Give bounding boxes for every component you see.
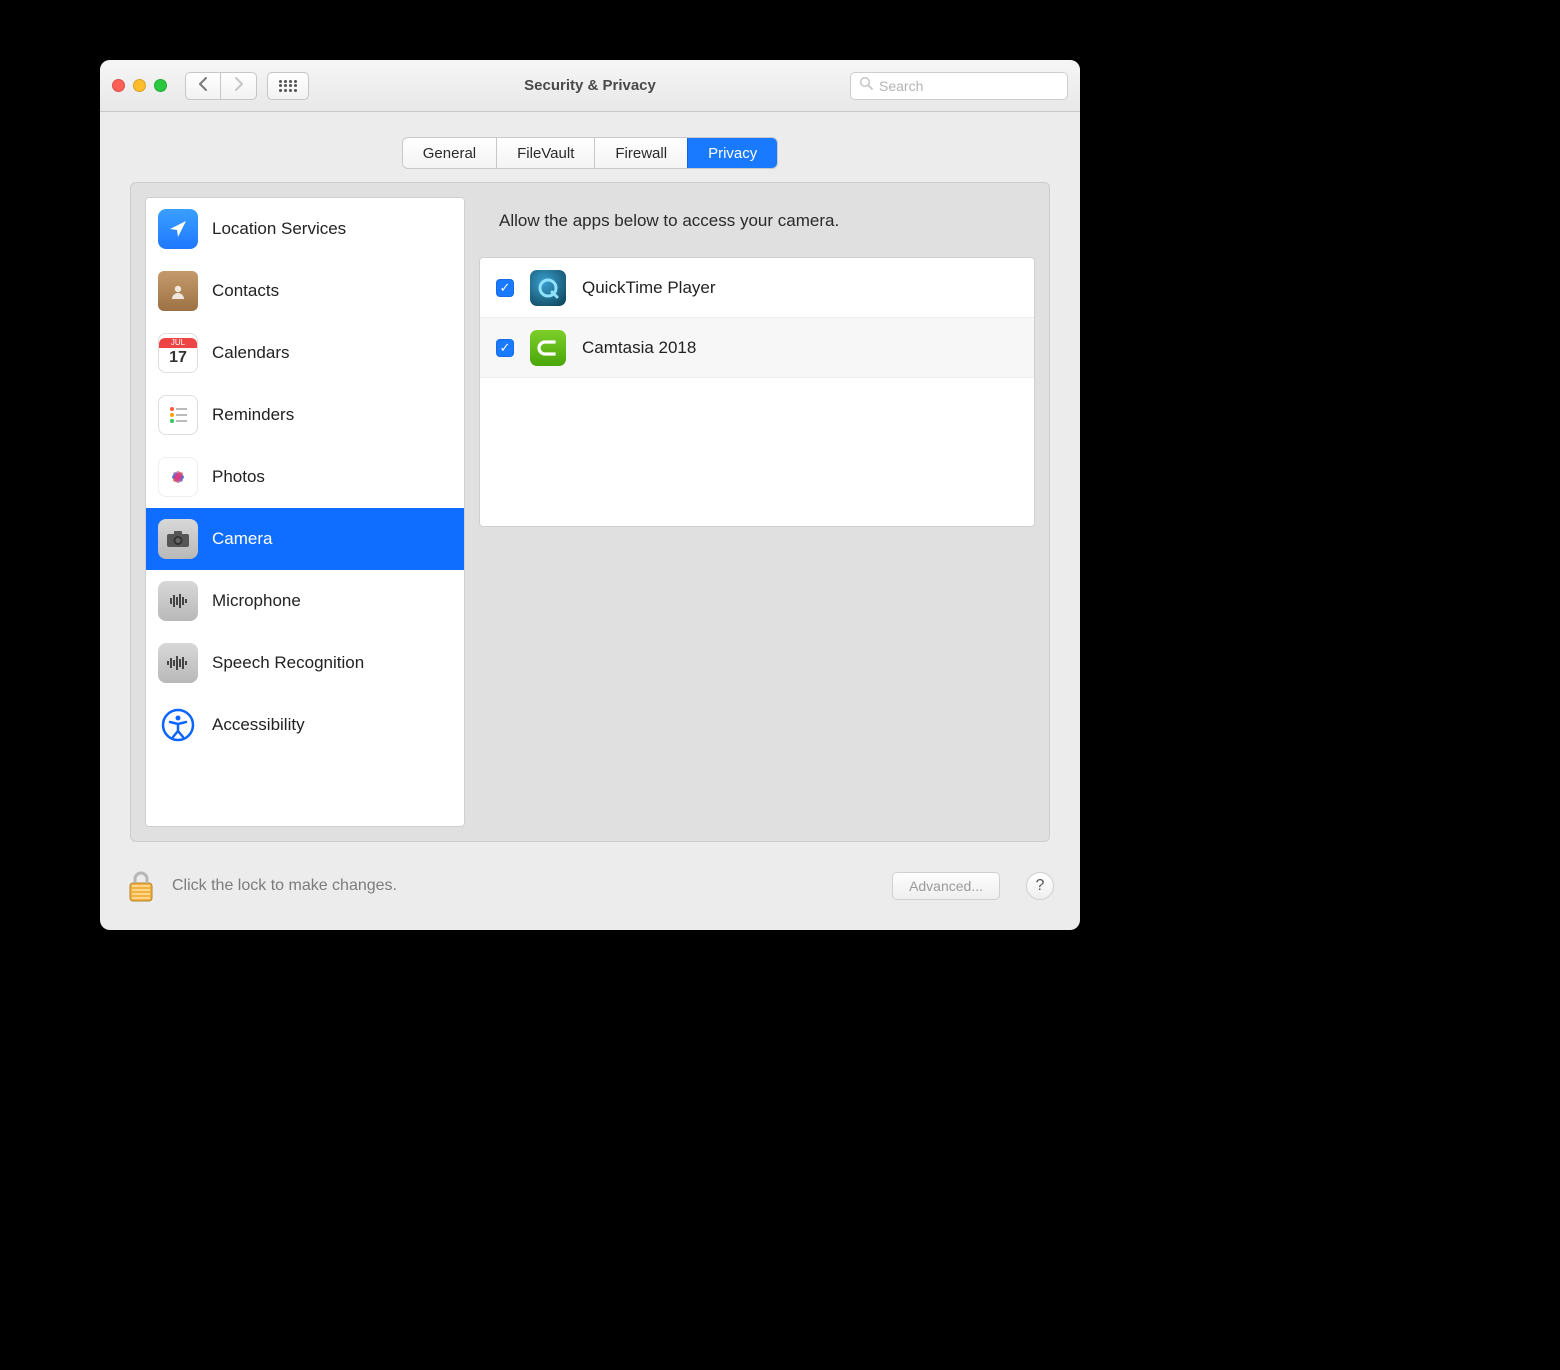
photos-icon bbox=[158, 457, 198, 497]
location-icon bbox=[158, 209, 198, 249]
app-row-quicktime: ✓ QuickTime Player bbox=[480, 258, 1034, 318]
sidebar-item-calendars[interactable]: JUL 17 Calendars bbox=[146, 322, 464, 384]
detail-header: Allow the apps below to access your came… bbox=[479, 197, 1035, 257]
sidebar-item-label: Speech Recognition bbox=[212, 653, 364, 673]
app-name-label: Camtasia 2018 bbox=[582, 338, 696, 358]
app-row-camtasia: ✓ Camtasia 2018 bbox=[480, 318, 1034, 378]
advanced-label: Advanced... bbox=[909, 878, 983, 894]
sidebar-item-label: Calendars bbox=[212, 343, 290, 363]
advanced-button[interactable]: Advanced... bbox=[892, 872, 1000, 900]
quicktime-icon bbox=[530, 270, 566, 306]
help-icon: ? bbox=[1036, 877, 1045, 895]
forward-button[interactable] bbox=[221, 72, 257, 100]
preferences-window: Security & Privacy General FileVault Fir… bbox=[100, 60, 1080, 930]
zoom-window-button[interactable] bbox=[154, 79, 167, 92]
sidebar-item-contacts[interactable]: Contacts bbox=[146, 260, 464, 322]
check-icon: ✓ bbox=[500, 340, 511, 356]
sidebar-item-label: Photos bbox=[212, 467, 265, 487]
nav-back-forward bbox=[185, 72, 257, 100]
sidebar-item-accessibility[interactable]: Accessibility bbox=[146, 694, 464, 756]
contacts-icon bbox=[158, 271, 198, 311]
back-button[interactable] bbox=[185, 72, 221, 100]
footer: Click the lock to make changes. Advanced… bbox=[100, 842, 1080, 930]
check-icon: ✓ bbox=[500, 280, 511, 296]
sidebar-item-label: Location Services bbox=[212, 219, 346, 239]
accessibility-icon bbox=[158, 705, 198, 745]
sidebar-item-photos[interactable]: Photos bbox=[146, 446, 464, 508]
calendar-day: 17 bbox=[159, 348, 197, 368]
show-all-button[interactable] bbox=[267, 72, 309, 100]
sidebar-item-location[interactable]: Location Services bbox=[146, 198, 464, 260]
tab-label: FileVault bbox=[517, 145, 574, 162]
close-window-button[interactable] bbox=[112, 79, 125, 92]
checkbox-quicktime[interactable]: ✓ bbox=[496, 279, 514, 297]
chevron-left-icon bbox=[198, 77, 208, 95]
category-sidebar: Location Services Contacts JUL 17 Calend… bbox=[145, 197, 465, 827]
lock-hint-text: Click the lock to make changes. bbox=[172, 877, 397, 895]
sidebar-item-label: Camera bbox=[212, 529, 272, 549]
search-icon bbox=[859, 76, 873, 95]
sidebar-item-label: Reminders bbox=[212, 405, 294, 425]
lock-button[interactable] bbox=[126, 868, 156, 904]
sidebar-item-reminders[interactable]: Reminders bbox=[146, 384, 464, 446]
sidebar-item-speech[interactable]: Speech Recognition bbox=[146, 632, 464, 694]
titlebar: Security & Privacy bbox=[100, 60, 1080, 112]
search-input[interactable] bbox=[879, 78, 1060, 94]
sidebar-item-label: Contacts bbox=[212, 281, 279, 301]
sidebar-item-label: Microphone bbox=[212, 591, 301, 611]
camtasia-icon bbox=[530, 330, 566, 366]
checkbox-camtasia[interactable]: ✓ bbox=[496, 339, 514, 357]
tab-bar: General FileVault Firewall Privacy bbox=[100, 112, 1080, 168]
tab-general[interactable]: General bbox=[403, 138, 496, 168]
sidebar-item-camera[interactable]: Camera bbox=[146, 508, 464, 570]
tab-label: Firewall bbox=[615, 145, 667, 162]
tab-label: General bbox=[423, 145, 476, 162]
tab-privacy[interactable]: Privacy bbox=[687, 138, 777, 168]
app-name-label: QuickTime Player bbox=[582, 278, 716, 298]
app-list: ✓ QuickTime Player ✓ Camtasia 2018 bbox=[479, 257, 1035, 527]
camera-icon bbox=[158, 519, 198, 559]
detail-pane: Allow the apps below to access your came… bbox=[479, 197, 1035, 827]
window-controls bbox=[112, 79, 167, 92]
tab-label: Privacy bbox=[708, 145, 757, 162]
microphone-icon bbox=[158, 581, 198, 621]
tab-firewall[interactable]: Firewall bbox=[594, 138, 687, 168]
content-frame: Location Services Contacts JUL 17 Calend… bbox=[130, 182, 1050, 842]
minimize-window-button[interactable] bbox=[133, 79, 146, 92]
help-button[interactable]: ? bbox=[1026, 872, 1054, 900]
sidebar-item-label: Accessibility bbox=[212, 715, 305, 735]
sidebar-item-microphone[interactable]: Microphone bbox=[146, 570, 464, 632]
speech-icon bbox=[158, 643, 198, 683]
grid-icon bbox=[279, 80, 297, 92]
tab-filevault[interactable]: FileVault bbox=[496, 138, 594, 168]
chevron-right-icon bbox=[234, 77, 244, 95]
search-field[interactable] bbox=[850, 72, 1068, 100]
lock-icon bbox=[126, 868, 156, 904]
calendar-icon: JUL 17 bbox=[158, 333, 198, 373]
reminders-icon bbox=[158, 395, 198, 435]
